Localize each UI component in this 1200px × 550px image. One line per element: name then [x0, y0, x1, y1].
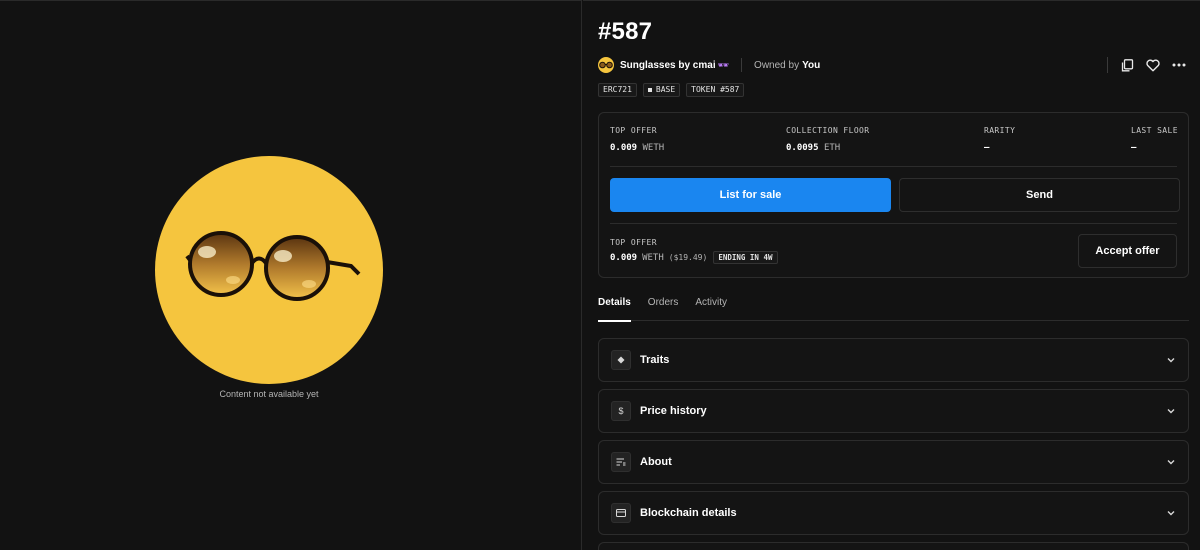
text-icon: [611, 452, 631, 472]
stat-label: TOP OFFER: [610, 126, 657, 135]
collection-avatar[interactable]: [598, 57, 614, 73]
top-offer-stat: TOP OFFER 0.009 WETH: [610, 126, 664, 153]
last-sale-stat: LAST SALE –: [1131, 126, 1178, 153]
section-label: Blockchain details: [640, 507, 737, 519]
section-label: Traits: [640, 354, 670, 366]
last-sale-value: –: [1131, 143, 1137, 153]
chevron-down-icon: [1167, 460, 1175, 465]
token-title: #587: [598, 18, 653, 45]
nft-image[interactable]: [155, 156, 383, 384]
offer-usd: ($19.49): [668, 253, 708, 262]
heart-icon: [1146, 59, 1160, 71]
more-icon: [1172, 63, 1186, 67]
chevron-down-icon: [1167, 511, 1175, 516]
token-chips: ERC721 BASE TOKEN #587: [598, 83, 745, 97]
copy-button[interactable]: [1114, 55, 1140, 75]
owned-by-label: Owned by: [754, 59, 800, 71]
copy-icon: [1121, 58, 1133, 71]
section-label: Price history: [640, 405, 707, 417]
token-actions: [1107, 55, 1192, 75]
offer-amount: 0.009: [610, 252, 638, 263]
offer-unit: WETH: [642, 252, 664, 263]
details-pane: #587 Sunglasses by cmai 🕶 Owned by You E…: [583, 0, 1200, 550]
collection-floor-stat: COLLECTION FLOOR 0.0095 ETH: [786, 126, 869, 153]
chain-label: BASE: [655, 85, 676, 94]
price-history-section[interactable]: $ Price history: [598, 389, 1189, 433]
stat-label: RARITY: [984, 126, 1016, 135]
detail-tabs: Details Orders Activity: [598, 297, 1189, 322]
chevron-down-icon: [1167, 409, 1175, 414]
tab-orders[interactable]: Orders: [648, 297, 679, 321]
stat-value: 0.0095 ETH: [786, 143, 869, 153]
blockchain-details-section[interactable]: Blockchain details: [598, 491, 1189, 535]
diamond-icon: [611, 350, 631, 370]
divider: [741, 58, 743, 72]
stat-label: LAST SALE: [1131, 126, 1178, 135]
rarity-stat: RARITY –: [984, 126, 1015, 153]
media-pane: Content not available yet: [0, 0, 582, 550]
price-card: TOP OFFER 0.009 WETH COLLECTION FLOOR 0.…: [598, 112, 1189, 278]
sunglasses-emoji-icon: 🕶: [717, 59, 730, 70]
divider: [1107, 57, 1108, 73]
database-icon: [611, 503, 631, 523]
rarity-value: –: [984, 143, 990, 153]
tab-details[interactable]: Details: [598, 297, 631, 322]
chevron-down-icon: [1167, 358, 1175, 363]
floor-unit: ETH: [823, 143, 841, 153]
offer-ending-badge: ENDING IN 4W: [713, 251, 778, 264]
section-label: About: [640, 456, 672, 468]
token-meta: Sunglasses by cmai 🕶 Owned by You: [598, 56, 820, 74]
divider: [610, 223, 1177, 224]
sunglasses-icon: [599, 61, 613, 69]
more-button[interactable]: [1166, 55, 1192, 75]
traits-section[interactable]: Traits: [598, 338, 1189, 382]
collection-name-link[interactable]: Sunglasses by cmai: [620, 60, 716, 71]
accept-offer-button[interactable]: Accept offer: [1078, 234, 1177, 268]
sunglasses-image: [185, 231, 361, 301]
offer-label: TOP OFFER: [610, 238, 657, 247]
dollar-icon: $: [611, 401, 631, 421]
floor-value: 0.0095: [786, 143, 819, 153]
standard-chip: ERC721: [598, 83, 637, 97]
tab-activity[interactable]: Activity: [695, 297, 727, 321]
favorite-button[interactable]: [1140, 55, 1166, 75]
token-id-chip: TOKEN #587: [686, 83, 745, 97]
top-offer-unit: WETH: [642, 143, 665, 153]
chain-chip[interactable]: BASE: [642, 83, 681, 97]
stat-value: 0.009 WETH: [610, 143, 664, 153]
send-button[interactable]: Send: [899, 178, 1180, 212]
media-caption: Content not available yet: [219, 389, 319, 399]
next-section[interactable]: [598, 542, 1189, 550]
top-offer-value: 0.009: [610, 143, 638, 153]
list-for-sale-button[interactable]: List for sale: [610, 178, 891, 212]
top-offer-row: 0.009 WETH ($19.49) ENDING IN 4W: [610, 251, 778, 264]
chain-icon: [647, 88, 652, 92]
about-section[interactable]: About: [598, 440, 1189, 484]
stat-label: COLLECTION FLOOR: [786, 126, 870, 135]
owner-link[interactable]: You: [802, 60, 820, 71]
divider: [610, 166, 1177, 167]
